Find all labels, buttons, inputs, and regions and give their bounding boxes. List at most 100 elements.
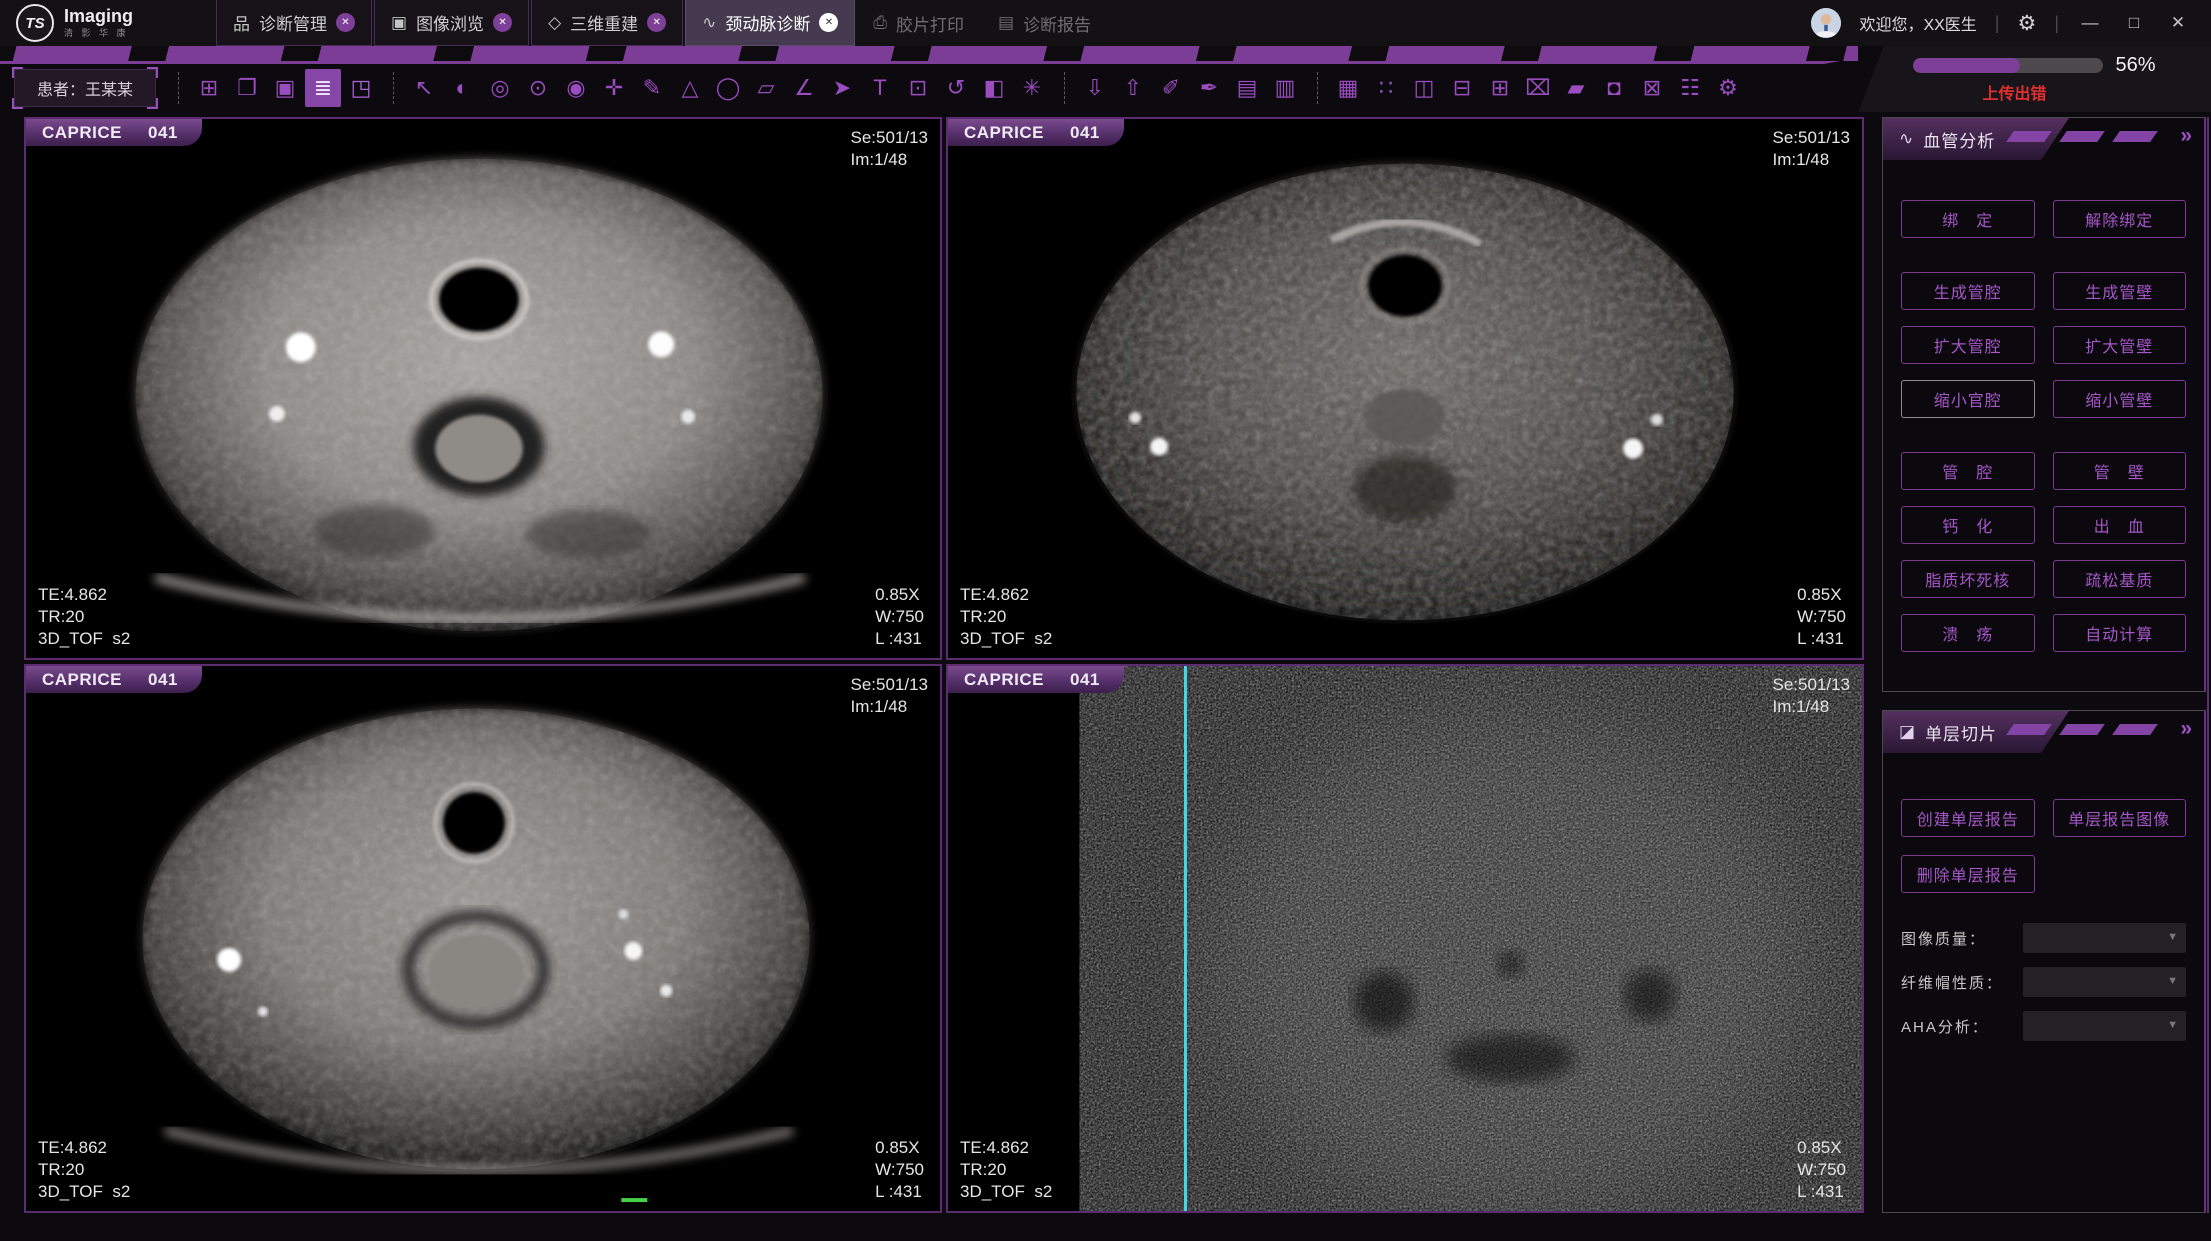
- layout-columns-icon[interactable]: ◫: [1406, 69, 1442, 107]
- upload-error-text[interactable]: 上传出错: [1982, 80, 2046, 104]
- shrink-lumen-button[interactable]: 缩小官腔: [1901, 380, 2035, 418]
- draw-ellipse-icon[interactable]: ◯: [710, 69, 746, 107]
- tab-close-icon[interactable]: ✕: [647, 13, 666, 32]
- window-level-icon[interactable]: ◐: [444, 69, 480, 107]
- series-tab[interactable]: CAPRICE 041: [26, 666, 202, 693]
- pseudocolor-icon[interactable]: ✳: [1014, 69, 1050, 107]
- viewport-bottom-right[interactable]: CAPRICE 041 Se:501/13Im:1/48 TE:4.862TR:…: [946, 664, 1864, 1213]
- layout-rows-icon[interactable]: ⊟: [1444, 69, 1480, 107]
- roi-box-icon[interactable]: ⊡: [900, 69, 936, 107]
- mri-axial-image[interactable]: [948, 119, 1862, 658]
- key-image-icon[interactable]: ▥: [1267, 69, 1303, 107]
- cube-3d-icon[interactable]: ◳: [343, 69, 379, 107]
- tab-carotid-diagnosis[interactable]: ∿ 颈动脉诊断 ✕: [685, 0, 855, 46]
- zoom-region-icon[interactable]: ⊙: [520, 69, 556, 107]
- image-gallery-icon[interactable]: ▣: [267, 69, 303, 107]
- tab-diagnosis-report[interactable]: ▤ 诊断报告: [982, 0, 1107, 46]
- brush-icon[interactable]: ✐: [1153, 69, 1189, 107]
- tab-image-browse[interactable]: ▣ 图像浏览 ✕: [374, 0, 529, 46]
- wall-button[interactable]: 管 壁: [2053, 452, 2187, 490]
- series-tab[interactable]: CAPRICE 041: [948, 666, 1124, 693]
- generate-lumen-button[interactable]: 生成管腔: [1901, 272, 2035, 310]
- tab-diagnosis-management[interactable]: 品 诊断管理 ✕: [216, 0, 372, 46]
- collapse-chevron-icon[interactable]: »: [2180, 124, 2192, 148]
- gear-icon[interactable]: ⚙: [2017, 11, 2036, 36]
- invert-icon[interactable]: ◧: [976, 69, 1012, 107]
- viewport-top-left[interactable]: CAPRICE 041 Se:501/13Im:1/48 TE:4.862TR:…: [24, 117, 942, 660]
- tab-label: 颈动脉诊断: [725, 10, 810, 35]
- upload-progress-bar: [1913, 58, 2103, 73]
- single-view-icon[interactable]: ▰: [1558, 69, 1594, 107]
- slice-report-image-button[interactable]: 单层报告图像: [2053, 799, 2187, 837]
- lumen-button[interactable]: 管 腔: [1901, 452, 2035, 490]
- mri-axial-image[interactable]: [26, 666, 940, 1211]
- text-annotation-icon[interactable]: T: [862, 69, 898, 107]
- patient-badge[interactable]: 患者：王某某: [14, 69, 156, 107]
- report-add-icon[interactable]: ▤: [1229, 69, 1265, 107]
- mri-axial-image[interactable]: [26, 119, 940, 658]
- bind-button[interactable]: 绑 定: [1901, 200, 2035, 238]
- import-study-icon[interactable]: ⊞: [191, 69, 227, 107]
- tab-close-icon[interactable]: ✕: [819, 13, 838, 32]
- display-info: 0.85XW:750L :431: [875, 1137, 924, 1203]
- viewport-top-right[interactable]: CAPRICE 041 Se:501/13Im:1/48 TE:4.862TR:…: [946, 117, 1864, 660]
- filmstrip-icon[interactable]: ☷: [1672, 69, 1708, 107]
- viewport-bottom-left[interactable]: CAPRICE 041 Se:501/13Im:1/48 TE:4.862TR:…: [24, 664, 942, 1213]
- measure-area-icon[interactable]: △: [672, 69, 708, 107]
- download-icon[interactable]: ⇩: [1077, 69, 1113, 107]
- ai-analysis-icon[interactable]: ⚙: [1710, 69, 1746, 107]
- rotate-icon[interactable]: ↺: [938, 69, 974, 107]
- vessel-button-grid: 绑 定解除绑定生成管腔生成管壁扩大管腔扩大管壁缩小官腔缩小管壁管 腔管 壁钙 化…: [1883, 160, 2204, 652]
- tab-close-icon[interactable]: ✕: [336, 13, 355, 32]
- annotate-arrow-icon[interactable]: ➤: [824, 69, 860, 107]
- mri-noise-image[interactable]: [948, 666, 1862, 1211]
- tab-film-print[interactable]: ⎙ 胶片打印: [857, 0, 980, 46]
- auto-calculate-button[interactable]: 自动计算: [2053, 614, 2187, 652]
- series-tab[interactable]: CAPRICE 041: [26, 119, 202, 146]
- layout-close-all-icon[interactable]: ⌧: [1520, 69, 1556, 107]
- sitemap-icon: 品: [233, 10, 250, 35]
- zoom-icon[interactable]: ◎: [482, 69, 518, 107]
- ulcer-button[interactable]: 溃 疡: [1901, 614, 2035, 652]
- tab-3d-reconstruction[interactable]: ◇ 三维重建 ✕: [531, 0, 683, 46]
- pointer-icon[interactable]: ↖: [406, 69, 442, 107]
- image-icon: ▣: [391, 13, 407, 33]
- zoom-2x-icon[interactable]: ◉: [558, 69, 594, 107]
- layers-icon[interactable]: ≣: [305, 69, 341, 107]
- close-button[interactable]: ✕: [2165, 13, 2191, 33]
- shrink-wall-button[interactable]: 缩小管壁: [2053, 380, 2187, 418]
- lipid-core-button[interactable]: 脂质坏死核: [1901, 560, 2035, 598]
- minimize-button[interactable]: —: [2077, 13, 2103, 33]
- crosshair-line: [1184, 666, 1187, 1211]
- unbind-button[interactable]: 解除绑定: [2053, 200, 2187, 238]
- dropdown-select[interactable]: ▼: [2023, 1011, 2186, 1041]
- upload-icon[interactable]: ⇧: [1115, 69, 1151, 107]
- open-folder-icon[interactable]: ❐: [229, 69, 265, 107]
- loose-matrix-button[interactable]: 疏松基质: [2053, 560, 2187, 598]
- collapse-chevron-icon[interactable]: »: [2180, 717, 2192, 741]
- measure-length-icon[interactable]: ✎: [634, 69, 670, 107]
- measure-angle-icon[interactable]: ∠: [786, 69, 822, 107]
- close-view-icon[interactable]: ⊠: [1634, 69, 1670, 107]
- calcification-button[interactable]: 钙 化: [1901, 506, 2035, 544]
- expand-lumen-button[interactable]: 扩大管腔: [1901, 326, 2035, 364]
- user-avatar[interactable]: [1811, 8, 1841, 38]
- dropdown-select[interactable]: ▼: [2023, 923, 2186, 953]
- generate-wall-button[interactable]: 生成管壁: [2053, 272, 2187, 310]
- draw-polygon-icon[interactable]: ▱: [748, 69, 784, 107]
- maximize-button[interactable]: □: [2121, 13, 2147, 33]
- layout-2x2-icon[interactable]: ⊞: [1482, 69, 1518, 107]
- hemorrhage-button[interactable]: 出 血: [2053, 506, 2187, 544]
- layout-quad-icon[interactable]: ∷: [1368, 69, 1404, 107]
- expand-wall-button[interactable]: 扩大管壁: [2053, 326, 2187, 364]
- divider: |: [1995, 13, 2000, 34]
- dropdown-select[interactable]: ▼: [2023, 967, 2186, 997]
- spotlight-view-icon[interactable]: ◘: [1596, 69, 1632, 107]
- tab-close-icon[interactable]: ✕: [493, 13, 512, 32]
- delete-slice-report-button[interactable]: 删除单层报告: [1901, 855, 2035, 893]
- pen-icon[interactable]: ✒: [1191, 69, 1227, 107]
- pan-icon[interactable]: ✛: [596, 69, 632, 107]
- layout-grid-icon[interactable]: ▦: [1330, 69, 1366, 107]
- create-slice-report-button[interactable]: 创建单层报告: [1901, 799, 2035, 837]
- series-tab[interactable]: CAPRICE 041: [948, 119, 1124, 146]
